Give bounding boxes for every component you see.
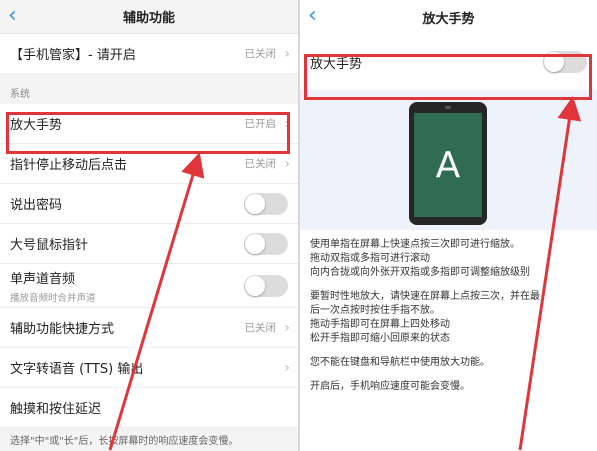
description-line: 拖动手指即可在屏幕上四处移动 xyxy=(310,319,450,330)
settings-item-label: 指针停止移动后点击 xyxy=(10,158,128,173)
speak-passwords-toggle[interactable] xyxy=(244,192,288,215)
description-line: 拖动双指或多指可进行滚动 xyxy=(310,253,430,264)
phone-screen: A xyxy=(414,113,482,217)
back-icon[interactable]: ‹ xyxy=(8,3,17,29)
highlight-box xyxy=(304,54,592,100)
settings-item-large-pointer[interactable]: 大号鼠标指针 xyxy=(0,224,298,264)
page-title: 放大手势 xyxy=(422,11,475,27)
accessibility-settings-panel: ‹ 辅助功能 【手机管家】- 请开启 已关闭 › 系统 放大手势 已开启 › 指… xyxy=(0,0,298,451)
description-line: 要暂时性地放大，请快速在屏幕上点按三次，并在最 xyxy=(310,291,540,302)
settings-item-label: 说出密码 xyxy=(10,198,63,213)
section-label: 系统 xyxy=(10,89,30,100)
chevron-right-icon: › xyxy=(284,319,290,336)
settings-item-status: 已关闭 xyxy=(244,322,277,334)
description-line: 使用单指在屏幕上快速点按三次即可进行缩放。 xyxy=(310,239,520,250)
chevron-right-icon: › xyxy=(284,155,290,172)
toggle-knob xyxy=(245,276,265,296)
page-title: 辅助功能 xyxy=(122,11,175,26)
phone-illustration: A xyxy=(409,102,487,225)
settings-item-label: 辅助功能快捷方式 xyxy=(10,322,115,337)
settings-item-status: 已关闭 xyxy=(244,158,277,170)
right-header: ‹ 放大手势 xyxy=(300,0,597,34)
description: 使用单指在屏幕上快速点按三次即可进行缩放。 拖动双指或多指可进行滚动 向内合拢或… xyxy=(300,230,597,394)
description-paragraph: 开启后，手机响应速度可能会变慢。 xyxy=(310,380,587,394)
toggle-knob xyxy=(245,193,265,214)
phone-manager-label: 【手机管家】- 请开启 xyxy=(10,48,136,63)
description-line: 向内合拢或向外张开双指或多指即可调整缩放级别 xyxy=(310,267,530,278)
large-pointer-toggle[interactable] xyxy=(244,232,288,255)
settings-item-label: 大号鼠标指针 xyxy=(10,238,89,253)
description-line: 开启后，手机响应速度可能会变慢。 xyxy=(310,381,470,392)
chevron-right-icon: › xyxy=(284,359,290,376)
settings-item-touch-hold-delay[interactable]: 触摸和按住延迟 xyxy=(0,388,298,428)
mono-audio-toggle[interactable] xyxy=(244,275,288,297)
description-paragraph: 使用单指在屏幕上快速点按三次即可进行缩放。 拖动双指或多指可进行滚动 向内合拢或… xyxy=(310,238,587,280)
magnify-gesture-panel: ‹ 放大手势 放大手势 A 使用单指在屏幕上快速点按三次即可进行缩放。 拖动双指… xyxy=(300,0,597,451)
description-paragraph: 要暂时性地放大，请快速在屏幕上点按三次，并在最 后一次点按时按住手指不放。 拖动… xyxy=(310,290,587,346)
back-icon[interactable]: ‹ xyxy=(308,3,317,29)
footer-note: 选择"中"或"长"后，长按屏幕时的响应速度会变慢。 xyxy=(0,428,298,451)
illustration-letter: A xyxy=(435,144,461,186)
phone-manager-row[interactable]: 【手机管家】- 请开启 已关闭 › xyxy=(0,34,298,74)
settings-item-mono-audio[interactable]: 单声道音频 播放音频时合并声道 xyxy=(0,264,298,308)
camera-dot xyxy=(445,106,451,109)
settings-item-speak-passwords[interactable]: 说出密码 xyxy=(0,184,298,224)
magnify-illustration: A xyxy=(300,90,597,230)
toggle-knob xyxy=(245,233,265,254)
settings-item-label: 单声道音频 xyxy=(10,271,76,287)
settings-item-subtitle: 播放音频时合并声道 xyxy=(10,292,96,304)
settings-item-tts-output[interactable]: 文字转语音 (TTS) 输出 › xyxy=(0,348,298,388)
settings-item-label: 触摸和按住延迟 xyxy=(10,402,102,417)
settings-item-accessibility-shortcut[interactable]: 辅助功能快捷方式 已关闭 › xyxy=(0,308,298,348)
phone-manager-status: 已关闭 xyxy=(244,48,277,60)
chevron-right-icon: › xyxy=(284,45,290,62)
description-line: 后一次点按时按住手指不放。 xyxy=(310,305,440,316)
description-line: 您不能在键盘和导航栏中使用放大功能。 xyxy=(310,357,490,368)
settings-item-label: 文字转语音 (TTS) 输出 xyxy=(10,362,144,377)
system-section-header: 系统 xyxy=(0,74,298,104)
description-line: 松开手指即可缩小回原来的状态 xyxy=(310,333,450,344)
highlight-box xyxy=(6,112,290,154)
left-header: ‹ 辅助功能 xyxy=(0,0,298,34)
description-paragraph: 您不能在键盘和导航栏中使用放大功能。 xyxy=(310,356,587,370)
